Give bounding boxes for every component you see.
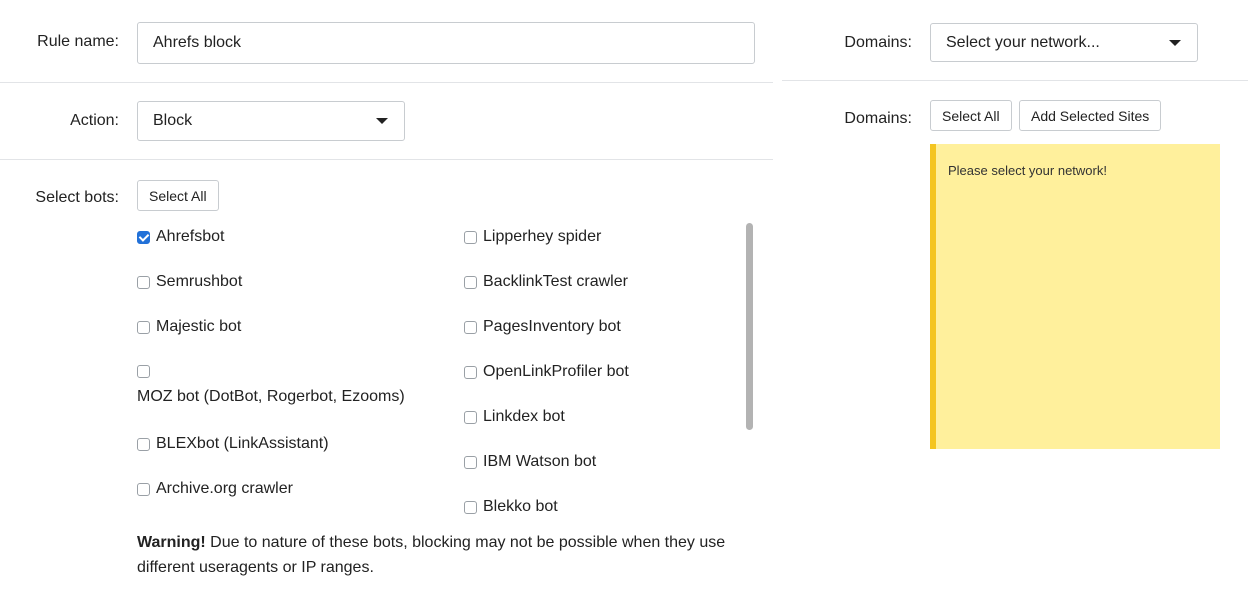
domains-notice: Please select your network!: [930, 144, 1220, 449]
select-all-bots-button[interactable]: Select All: [137, 180, 219, 211]
bot-checkbox-item[interactable]: Linkdex bot: [464, 408, 565, 426]
checkbox[interactable]: [137, 437, 150, 451]
bot-checkbox-item[interactable]: Blekko bot: [464, 498, 558, 516]
caret-down-icon: [1169, 39, 1181, 46]
action-selected-value: Block: [153, 112, 193, 129]
divider: [782, 80, 1248, 81]
caret-down-icon: [376, 118, 388, 124]
checkbox[interactable]: [464, 230, 477, 244]
bot-checkbox-item[interactable]: MOZ bot (DotBot, Rogerbot, Ezooms): [137, 365, 405, 406]
bot-label: OpenLinkProfiler bot: [483, 363, 629, 380]
network-select-placeholder: Select your network...: [946, 33, 1100, 51]
bot-label: Archive.org crawler: [156, 480, 293, 497]
network-select[interactable]: Select your network...: [930, 23, 1198, 62]
checkbox[interactable]: [464, 365, 477, 379]
bots-list-scrollbar[interactable]: [746, 223, 753, 430]
checkbox[interactable]: [464, 410, 477, 424]
bot-label: MOZ bot (DotBot, Rogerbot, Ezooms): [137, 388, 405, 405]
checkbox[interactable]: [464, 275, 477, 289]
notice-text: Please select your network!: [948, 163, 1107, 178]
rule-name-input[interactable]: Ahrefs block: [137, 22, 755, 64]
bot-checkbox-item[interactable]: OpenLinkProfiler bot: [464, 363, 629, 381]
bot-checkbox-item[interactable]: BLEXbot (LinkAssistant): [137, 435, 329, 453]
checkbox[interactable]: [464, 320, 477, 334]
bot-label: Linkdex bot: [483, 408, 565, 425]
domains-sites-label: Domains:: [844, 110, 912, 127]
bot-label: Ahrefsbot: [156, 228, 225, 245]
bot-label: BLEXbot (LinkAssistant): [156, 435, 329, 452]
add-selected-sites-button[interactable]: Add Selected Sites: [1019, 100, 1162, 131]
checkbox-checked[interactable]: [137, 230, 150, 244]
rule-name-label: Rule name:: [37, 33, 119, 50]
bot-checkbox-item[interactable]: IBM Watson bot: [464, 453, 596, 471]
action-select[interactable]: Block: [137, 101, 405, 141]
bot-checkbox-item[interactable]: Lipperhey spider: [464, 228, 601, 246]
divider: [0, 82, 773, 83]
checkbox[interactable]: [464, 455, 477, 469]
warning-text-line2: different useragents or IP ranges.: [137, 559, 374, 576]
bot-checkbox-item[interactable]: PagesInventory bot: [464, 318, 621, 336]
bot-label: BacklinkTest crawler: [483, 273, 628, 290]
action-label: Action:: [70, 112, 119, 129]
bot-checkbox-item[interactable]: BacklinkTest crawler: [464, 273, 628, 291]
bot-checkbox-item[interactable]: Ahrefsbot: [137, 228, 224, 246]
bot-label: PagesInventory bot: [483, 318, 621, 335]
bot-label: Lipperhey spider: [483, 228, 602, 245]
select-bots-label: Select bots:: [35, 189, 119, 206]
warning-bold: Warning!: [137, 534, 206, 551]
bot-checkbox-item[interactable]: Semrushbot: [137, 273, 242, 291]
checkbox[interactable]: [137, 275, 150, 289]
domains-network-label: Domains:: [844, 34, 912, 51]
checkbox[interactable]: [137, 320, 150, 334]
bot-checkbox-item[interactable]: Majestic bot: [137, 318, 241, 336]
bot-label: IBM Watson bot: [483, 453, 597, 470]
bot-checkbox-item[interactable]: Archive.org crawler: [137, 480, 293, 498]
checkbox[interactable]: [137, 482, 150, 496]
bot-label: Majestic bot: [156, 318, 242, 335]
bots-warning: Warning! Due to nature of these bots, bl…: [137, 530, 762, 580]
rule-name-value: Ahrefs block: [153, 34, 242, 51]
bot-label: Semrushbot: [156, 273, 243, 290]
warning-text-line1: Due to nature of these bots, blocking ma…: [205, 534, 726, 551]
bot-label: Blekko bot: [483, 498, 558, 515]
checkbox[interactable]: [137, 365, 150, 378]
divider: [0, 159, 773, 160]
checkbox[interactable]: [464, 500, 477, 514]
select-all-domains-button[interactable]: Select All: [930, 100, 1012, 131]
